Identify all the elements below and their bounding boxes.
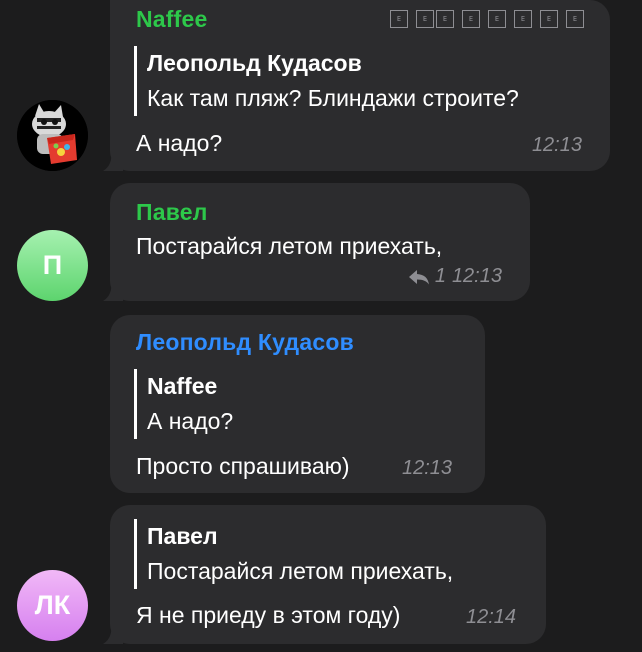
sender-name[interactable]: Павел — [136, 199, 208, 226]
replies-indicator[interactable]: 1 12:13 — [408, 265, 502, 288]
avatar-initials: ЛК — [34, 590, 71, 620]
reaction-glyph: E — [390, 10, 408, 28]
sender-name[interactable]: Naffee — [136, 6, 208, 33]
message-bubble-leopold-reply[interactable]: Павел Постарайся летом приехать, Я не пр… — [103, 505, 546, 644]
message-time: 12:14 — [466, 606, 517, 628]
sender-name[interactable]: Леопольд Кудасов — [136, 329, 354, 356]
quote-author: Naffee — [147, 373, 218, 399]
quote-author: Павел — [147, 523, 218, 549]
quote-text: Как там пляж? Блиндажи строите? — [147, 85, 519, 111]
reaction-glyph: E — [488, 10, 506, 28]
reaction-glyph: E — [416, 10, 434, 28]
message-bubble-naffee[interactable]: Naffee E E E E E E E E Леопольд Кудасов … — [103, 0, 610, 171]
avatar-naffee[interactable] — [17, 100, 88, 171]
message-time: 12:13 — [531, 134, 582, 156]
message-text: Просто спрашиваю) — [136, 453, 350, 479]
reaction-glyph: E — [462, 10, 480, 28]
avatar-initials: П — [42, 250, 63, 280]
avatar-leopold[interactable]: ЛК — [17, 570, 88, 641]
reply-quote[interactable]: Naffee А надо? — [134, 369, 233, 439]
reply-quote[interactable]: Леопольд Кудасов Как там пляж? Блиндажи … — [134, 46, 519, 116]
message-time: 12:13 — [402, 457, 453, 479]
reaction-glyph: E — [436, 10, 454, 28]
message-bubble-pavel[interactable]: Павел Постарайся летом приехать, 1 12:13 — [103, 183, 530, 301]
bubble-tail — [103, 624, 123, 644]
reaction-glyph: E — [514, 10, 532, 28]
cat-sticker-icon — [17, 100, 88, 171]
message-time: 12:13 — [451, 265, 502, 287]
reaction-glyph: E — [540, 10, 558, 28]
reaction-glyph: E — [566, 10, 584, 28]
reaction-glyphs: E E E E E E E E — [390, 10, 584, 28]
reply-arrow-icon — [408, 269, 429, 284]
reply-quote[interactable]: Павел Постарайся летом приехать, — [134, 519, 453, 589]
quote-text: А надо? — [147, 408, 234, 434]
avatar-pavel[interactable]: П — [17, 230, 88, 301]
chat-area: Naffee E E E E E E E E Леопольд Кудасов … — [0, 0, 642, 652]
message-text: Постарайся летом приехать, — [136, 233, 443, 259]
quote-author: Леопольд Кудасов — [147, 50, 362, 76]
bubble-tail — [103, 281, 123, 301]
bubble-tail — [103, 151, 123, 171]
quote-text: Постарайся летом приехать, — [147, 558, 454, 584]
message-bubble-leopold[interactable]: Леопольд Кудасов Naffee А надо? Просто с… — [110, 315, 485, 493]
message-text: А надо? — [136, 130, 223, 156]
reply-count: 1 — [434, 265, 446, 287]
message-text: Я не приеду в этом году) — [136, 602, 401, 628]
